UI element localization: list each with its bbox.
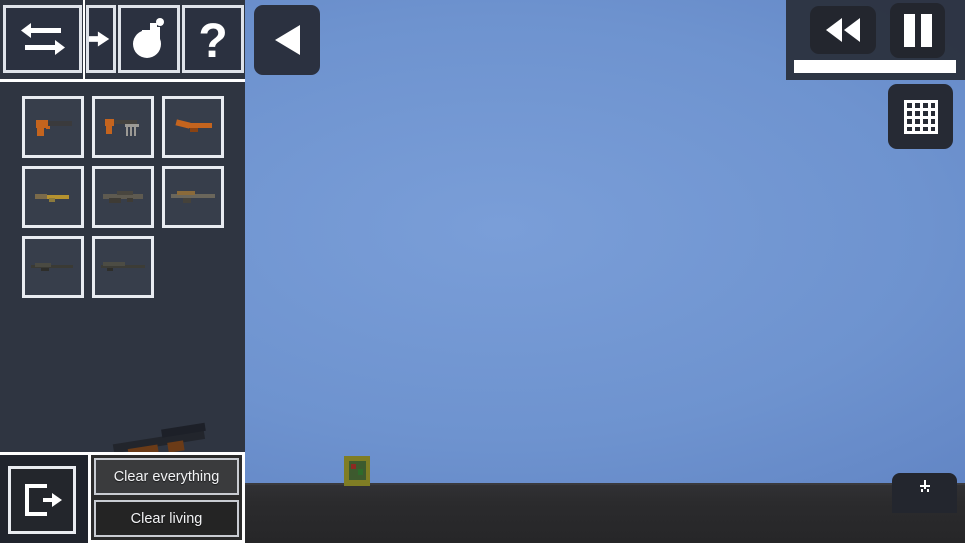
toolbar-button-help[interactable]: ? xyxy=(182,5,244,73)
weapon-sidebar: ? Clear everything Clear living xyxy=(0,0,245,543)
weapon-item-grid xyxy=(22,96,224,298)
weapon-slot-marksman-rifle[interactable] xyxy=(92,236,154,298)
clear-everything-button[interactable]: Clear everything xyxy=(94,458,239,495)
clear-button-group: Clear everything Clear living xyxy=(88,452,245,543)
marksman-rifle-icon xyxy=(101,262,145,271)
pause-icon-bar-right xyxy=(920,14,932,47)
arrow-right-icon xyxy=(89,31,110,47)
weapon-slot-assault-rifle[interactable] xyxy=(92,166,154,228)
grid-icon xyxy=(903,99,938,134)
grenade-icon xyxy=(133,18,164,58)
weapon-slot-smg[interactable] xyxy=(92,96,154,158)
weapon-slot-carbine[interactable] xyxy=(22,166,84,228)
sniper-rifle-icon xyxy=(31,263,73,271)
pause-button[interactable] xyxy=(890,3,945,58)
toolbar-button-next[interactable] xyxy=(86,5,116,73)
weapon-slot-pistol[interactable] xyxy=(22,96,84,158)
back-button[interactable] xyxy=(254,5,320,75)
shotgun-icon xyxy=(175,119,212,132)
crate-detail-green xyxy=(358,469,363,475)
weapon-slot-sniper-rifle[interactable] xyxy=(22,236,84,298)
toolbar-button-swap[interactable] xyxy=(3,5,82,73)
bottom-right-panel[interactable] xyxy=(892,473,957,513)
rewind-button[interactable] xyxy=(810,6,876,54)
crate-detail-red xyxy=(351,464,356,469)
sidebar-toolbar: ? xyxy=(0,0,245,79)
world-entity-crate[interactable] xyxy=(341,456,373,486)
grid-toggle-button[interactable] xyxy=(888,84,953,149)
carbine-icon xyxy=(35,194,69,202)
question-mark-icon: ? xyxy=(198,15,227,63)
playback-hud xyxy=(786,0,965,80)
weapon-slot-battle-rifle[interactable] xyxy=(162,166,224,228)
rewind-icon xyxy=(826,18,860,42)
battle-rifle-icon xyxy=(171,191,215,203)
anchor-icon xyxy=(919,480,930,492)
toolbar-button-grenade[interactable] xyxy=(118,5,180,73)
assault-rifle-icon xyxy=(103,191,143,203)
svg-text:?: ? xyxy=(198,15,227,63)
toolbar-underline xyxy=(0,79,245,82)
pistol-icon xyxy=(36,120,72,136)
exit-icon xyxy=(25,484,62,516)
time-progress-fill xyxy=(794,60,956,73)
triangle-left-icon xyxy=(275,25,300,55)
weapon-slot-sawed-off-shotgun[interactable] xyxy=(162,96,224,158)
time-progress-track[interactable] xyxy=(794,60,956,73)
swap-arrows-icon xyxy=(20,23,65,55)
clear-living-button[interactable]: Clear living xyxy=(94,500,239,537)
smg-icon xyxy=(105,119,139,136)
pause-icon-bar-left xyxy=(903,14,915,47)
toolbar-separator xyxy=(83,0,85,79)
exit-button[interactable] xyxy=(8,466,76,534)
